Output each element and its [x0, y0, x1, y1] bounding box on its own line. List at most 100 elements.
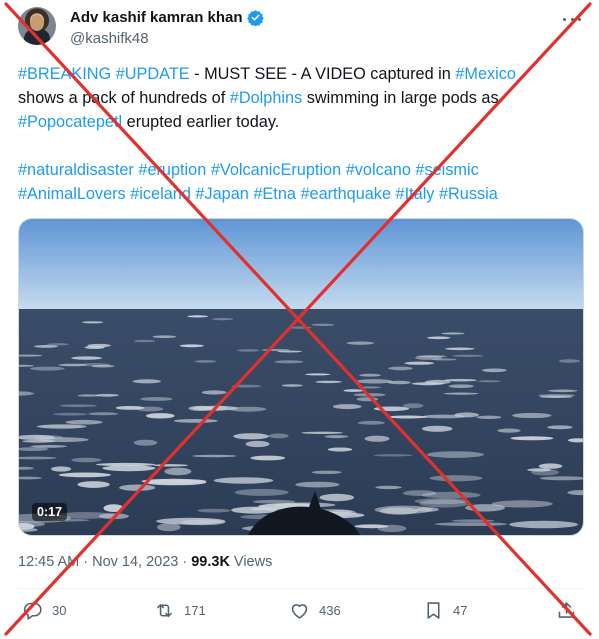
foam-streak — [59, 404, 97, 407]
action-bar: 30 171 436 47 — [18, 600, 584, 628]
bookmark-icon — [427, 602, 440, 619]
repost-count: 171 — [184, 603, 206, 618]
tweet-text-span: swimming in large pods as — [302, 89, 499, 107]
foam-streak — [373, 454, 413, 457]
foam-streak — [512, 412, 552, 419]
hashtag-link[interactable]: #seismic — [415, 161, 478, 179]
foam-streak — [268, 433, 289, 439]
foam-streak — [509, 520, 578, 529]
foam-streak — [432, 358, 457, 361]
foam-streak — [29, 366, 65, 371]
foam-streak — [327, 447, 353, 452]
hashtag-link[interactable]: #VolcanicEruption — [211, 161, 341, 179]
foam-streak — [179, 344, 204, 348]
author-handle[interactable]: @kashifk48 — [70, 30, 149, 47]
foam-streak — [192, 454, 237, 458]
foam-streak — [448, 384, 474, 388]
author-display-name[interactable]: Adv kashif kamran khan — [70, 9, 243, 26]
hashtag-link[interactable]: #earthquake — [300, 185, 391, 203]
hashtag-link[interactable]: #Mexico — [455, 65, 516, 83]
foam-streak — [164, 467, 192, 476]
foam-streak — [411, 382, 445, 386]
foam-streak — [375, 485, 402, 490]
reply-count: 30 — [52, 603, 67, 618]
foam-streak — [538, 463, 563, 469]
hashtag-link[interactable]: #eruption — [138, 161, 206, 179]
foam-streak — [233, 433, 269, 440]
foam-streak — [452, 354, 484, 357]
foam-streak — [194, 360, 217, 363]
foam-streak — [82, 321, 104, 324]
foam-streak — [102, 465, 156, 472]
hashtag-link[interactable]: #UPDATE — [116, 65, 190, 83]
foam-streak — [153, 464, 189, 467]
verified-badge-icon — [246, 10, 264, 26]
foam-streak — [491, 500, 553, 508]
video-player[interactable]: 0:17 — [18, 218, 584, 536]
hashtag-link[interactable]: #Popocatepetl — [18, 113, 122, 131]
views-label: Views — [233, 554, 273, 570]
foam-streak — [402, 403, 424, 409]
more-options-icon[interactable] — [563, 10, 581, 28]
foam-streak — [250, 455, 286, 461]
repost-button[interactable]: 171 — [154, 600, 206, 621]
foam-streak — [421, 425, 453, 432]
hashtag-link[interactable]: #Dolphins — [230, 89, 302, 107]
tweet-date[interactable]: Nov 14, 2023 — [92, 554, 178, 570]
hashtag-link[interactable]: #Etna — [253, 185, 296, 203]
hashtag-link[interactable]: #iceland — [130, 185, 191, 203]
tweet-text-span: - MUST SEE - A VIDEO captured in — [189, 65, 456, 83]
foam-streak — [95, 393, 119, 397]
hashtag-link[interactable]: #Japan — [195, 185, 248, 203]
tweet-time[interactable]: 12:45 AM — [18, 554, 79, 570]
foam-streak — [443, 392, 479, 395]
foam-streak — [211, 318, 234, 321]
foam-streak — [354, 524, 389, 529]
hashtag-link[interactable]: #Italy — [396, 185, 435, 203]
foam-streak — [289, 326, 312, 329]
foam-streak — [386, 415, 428, 419]
video-duration: 0:17 — [32, 503, 68, 521]
foam-streak — [103, 504, 124, 512]
foam-streak — [444, 378, 477, 382]
foam-streak — [445, 347, 475, 351]
reply-icon — [23, 602, 42, 620]
hashtag-link[interactable]: #naturaldisaster — [18, 161, 134, 179]
foam-streak — [356, 379, 393, 384]
foam-streak — [531, 469, 559, 476]
foam-streak — [36, 424, 87, 429]
foam-streak — [22, 439, 56, 443]
tweet-meta: 12:45 AM · Nov 14, 2023 · 99.3K Views — [18, 554, 272, 570]
author-name-row: Adv kashif kamran khan — [70, 9, 264, 26]
tweet-text-span: erupted earlier today. — [122, 113, 280, 131]
share-button[interactable] — [556, 600, 577, 621]
hashtag-link[interactable]: #volcano — [346, 161, 411, 179]
avatar[interactable] — [18, 7, 56, 45]
foam-streak — [237, 349, 260, 352]
hashtag-link[interactable]: #AnimalLovers — [18, 185, 126, 203]
hashtag-link[interactable]: #BREAKING — [18, 65, 111, 83]
repost-icon — [157, 604, 172, 617]
share-icon — [558, 602, 575, 618]
foam-streak — [65, 419, 103, 425]
foam-streak — [441, 332, 465, 335]
views-count: 99.3K — [191, 554, 230, 570]
foam-streak — [364, 435, 390, 442]
foam-streak — [429, 475, 483, 482]
like-button[interactable]: 436 — [289, 600, 341, 621]
like-count: 436 — [319, 603, 341, 618]
reply-button[interactable]: 30 — [22, 600, 66, 621]
bookmark-button[interactable]: 47 — [423, 600, 467, 621]
foam-streak — [481, 368, 507, 373]
foam-streak — [281, 384, 303, 387]
foam-streak — [324, 435, 349, 439]
foam-streak — [133, 439, 158, 446]
foam-streak — [145, 413, 175, 419]
avatar-suit — [24, 29, 50, 45]
foam-streak — [319, 493, 355, 502]
foam-streak — [173, 419, 218, 423]
foam-streak — [454, 412, 479, 418]
foam-streak — [228, 406, 267, 412]
hashtag-link[interactable]: #Russia — [439, 185, 498, 203]
foam-streak — [201, 390, 227, 395]
